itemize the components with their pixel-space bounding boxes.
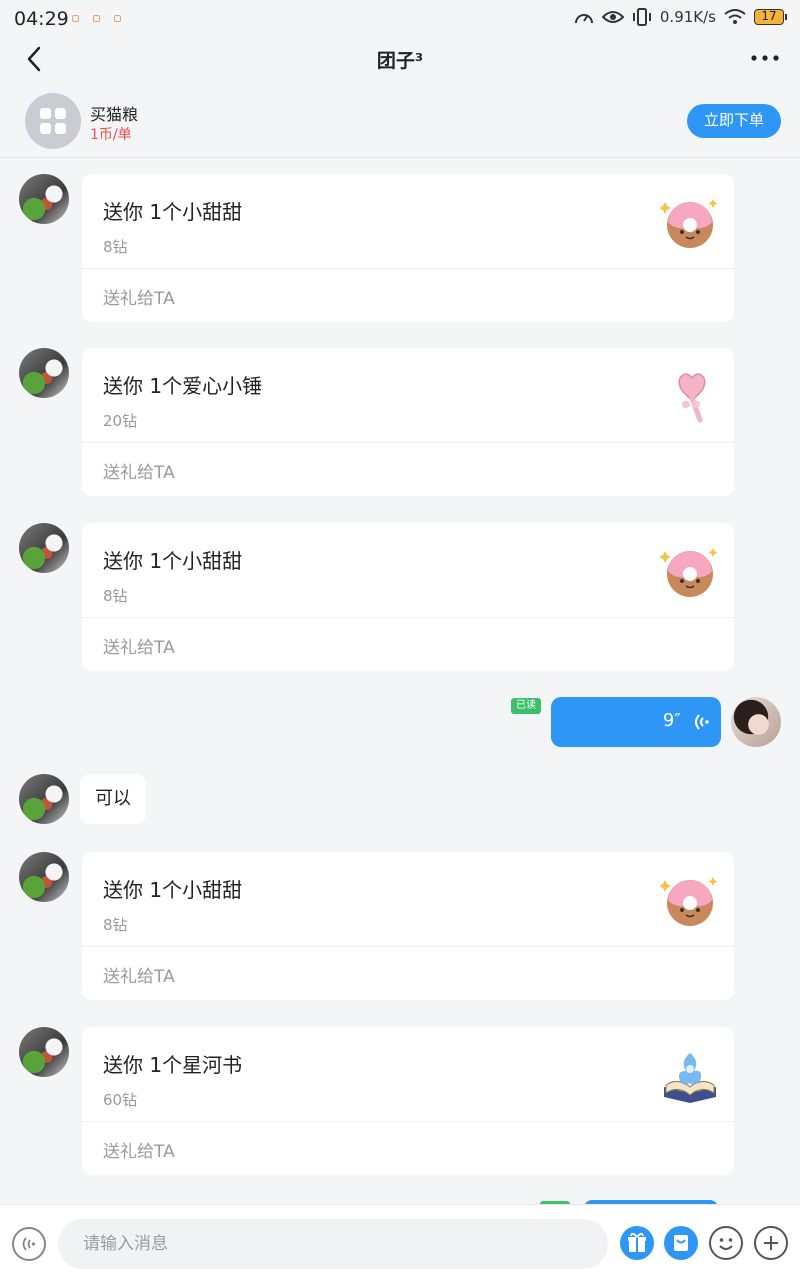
gift-title: 送你 1个小甜甜 (103, 878, 243, 902)
divider (82, 946, 734, 947)
gift-card[interactable]: 送你 1个小甜甜 8钻 送礼给TA (82, 523, 734, 671)
input-bar (0, 1204, 800, 1280)
avatar[interactable] (19, 852, 69, 902)
gift-price: 8钻 (103, 916, 128, 934)
more-dots-icon (751, 55, 779, 61)
order-avatar (25, 93, 81, 149)
gift-price: 8钻 (103, 587, 128, 605)
voice-duration: 9″ (662, 710, 681, 731)
voice-wave-icon (22, 1237, 36, 1251)
avatar[interactable] (19, 523, 69, 573)
notification-icons (72, 15, 121, 22)
read-badge: 已读 (511, 698, 541, 714)
order-bar: 买猫粮 1币/单 立即下单 (0, 86, 800, 158)
gift-price: 20钻 (103, 412, 138, 430)
gift-title: 送你 1个小甜甜 (103, 200, 243, 224)
status-right: 0.91K/s 17 (574, 8, 787, 26)
gift-card[interactable]: 送你 1个小甜甜 8钻 送礼给TA (82, 174, 734, 322)
order-now-button[interactable]: 立即下单 (687, 104, 781, 138)
order-name: 买猫粮 (90, 105, 139, 124)
gift-price: 8钻 (103, 238, 128, 256)
divider (82, 268, 734, 269)
eye-icon (601, 11, 624, 23)
gift-title: 送你 1个爱心小锤 (103, 374, 263, 398)
net-speed: 0.91K/s (659, 8, 716, 26)
avatar[interactable] (19, 348, 69, 398)
status-time: 04:29 (14, 8, 69, 30)
wifi-icon (724, 9, 746, 24)
donut-icon (660, 199, 718, 248)
send-gift-link[interactable]: 送礼给TA (103, 458, 175, 483)
divider (82, 617, 734, 618)
grid-icon (40, 108, 66, 134)
vibrate-icon (632, 8, 651, 26)
donut-icon (660, 877, 718, 926)
gift-box-icon (628, 1232, 646, 1252)
plus-icon (764, 1236, 778, 1250)
heart-hammer-icon (678, 373, 706, 423)
chat-title: 团子³ (376, 50, 424, 72)
voice-input-button[interactable] (12, 1227, 46, 1261)
chat-header: 团子³ (0, 40, 800, 80)
voice-message-bubble[interactable]: 9″ (551, 697, 721, 747)
send-gift-link[interactable]: 送礼给TA (103, 633, 175, 658)
speedometer-icon (574, 14, 593, 24)
status-bar: 04:29 0.91K/s 17 (0, 0, 800, 40)
gift-price: 60钻 (103, 1091, 138, 1109)
send-gift-link[interactable]: 送礼给TA (103, 1137, 175, 1162)
gift-card[interactable]: 送你 1个小甜甜 8钻 送礼给TA (82, 852, 734, 1000)
more-button[interactable] (750, 48, 780, 68)
message-input[interactable] (58, 1219, 608, 1269)
order-bag-icon (674, 1235, 688, 1251)
emoji-button[interactable] (709, 1226, 743, 1260)
send-gift-link[interactable]: 送礼给TA (103, 962, 175, 987)
avatar[interactable] (19, 774, 69, 824)
smiley-icon (719, 1238, 733, 1250)
self-avatar[interactable] (731, 697, 781, 747)
text-message-bubble[interactable]: 可以 (80, 774, 146, 824)
more-options-button[interactable] (754, 1226, 788, 1260)
divider (82, 442, 734, 443)
donut-icon (660, 548, 718, 597)
gift-title: 送你 1个小甜甜 (103, 549, 243, 573)
send-gift-link[interactable]: 送礼给TA (103, 284, 175, 309)
gift-card[interactable]: 送你 1个星河书 60钻 送礼给TA (82, 1027, 734, 1175)
gift-card[interactable]: 送你 1个爱心小锤 20钻 送礼给TA (82, 348, 734, 496)
order-price: 1币/单 (90, 127, 132, 143)
voice-wave-icon (695, 714, 709, 730)
gift-button[interactable] (620, 1226, 654, 1260)
avatar[interactable] (19, 1027, 69, 1077)
battery-icon: 17 (754, 9, 787, 25)
star-book-icon (664, 1053, 716, 1103)
divider (82, 1121, 734, 1122)
order-button[interactable] (664, 1226, 698, 1260)
gift-title: 送你 1个星河书 (103, 1053, 243, 1077)
avatar[interactable] (19, 174, 69, 224)
